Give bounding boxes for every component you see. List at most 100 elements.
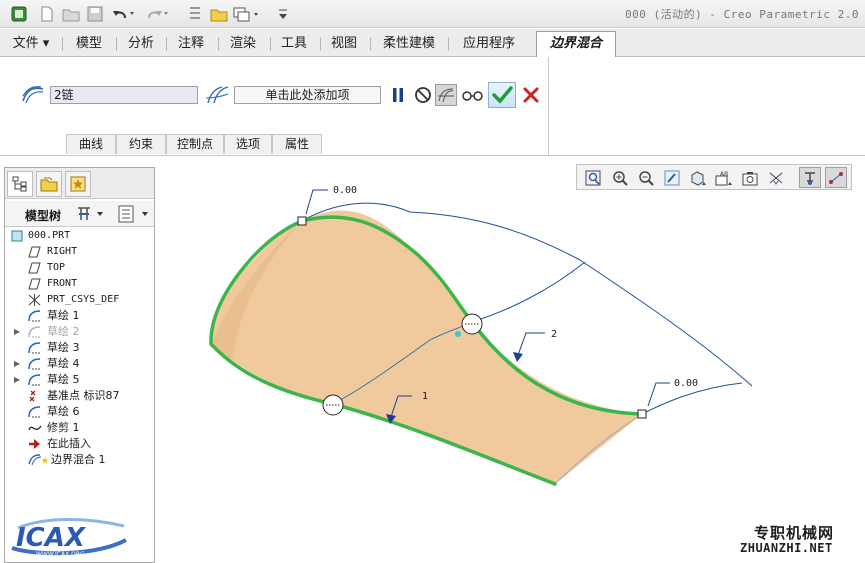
tab-analysis[interactable]: 分析 (120, 33, 162, 57)
datum-point-icon (28, 390, 41, 402)
no-preview-icon[interactable] (412, 84, 434, 106)
sketch-icon (28, 406, 41, 418)
first-direction-collector[interactable]: 2链 (50, 86, 198, 104)
chain-2-label: 2 (551, 329, 557, 340)
tab-control-points[interactable]: 控制点 (166, 134, 224, 154)
regenerate-icon[interactable] (184, 3, 206, 25)
accept-button[interactable] (488, 82, 516, 108)
tab-constraints[interactable]: 约束 (116, 134, 166, 154)
sketch-icon (28, 326, 41, 338)
show-menu-icon[interactable] (117, 204, 151, 224)
logo-text: ICAX (16, 523, 87, 553)
logo-url: WWW.ICAX.ORG (36, 551, 85, 558)
tree-item-sketch-1[interactable]: 草绘 1 (5, 308, 154, 324)
redo-icon[interactable] (144, 3, 170, 25)
ribbon-tabs: 文件 ▾ 模型 分析 注释 渲染 工具 视图 柔性建模 应用程序 边界混合 (0, 29, 865, 57)
folder-icon[interactable] (208, 3, 230, 25)
constraint-handle[interactable] (322, 394, 344, 416)
expand-arrow-icon[interactable]: ▶ (14, 324, 20, 340)
model-tree-header: 模型树 (5, 201, 154, 227)
tree-settings-icon[interactable] (75, 204, 105, 224)
tree-item-sketch-3[interactable]: 草绘 3 (5, 340, 154, 356)
tab-divider (116, 37, 117, 51)
model-tree-title: 模型树 (25, 209, 62, 223)
favorites-tab-icon[interactable] (65, 171, 91, 197)
tree-item-sketch-5[interactable]: ▶ 草绘 5 (5, 372, 154, 388)
part-icon (11, 230, 24, 242)
tab-render[interactable]: 渲染 (222, 33, 264, 57)
tree-item-label: 草绘 4 (47, 357, 80, 370)
tab-boundary-blend[interactable]: 边界混合 (536, 31, 616, 57)
app-icon[interactable] (8, 3, 30, 25)
verify-glasses-icon[interactable] (460, 84, 486, 106)
geometry-preview-icon[interactable] (435, 84, 457, 106)
tree-item-label: 草绘 5 (47, 373, 80, 386)
tab-applications[interactable]: 应用程序 (452, 33, 526, 57)
second-direction-collector[interactable]: 单击此处添加项 (234, 86, 381, 104)
tab-curves[interactable]: 曲线 (66, 134, 116, 154)
tab-flexible-modeling[interactable]: 柔性建模 (374, 33, 444, 57)
tab-properties[interactable]: 属性 (272, 134, 322, 154)
windows-icon[interactable] (232, 3, 262, 25)
tangency-handle[interactable] (637, 409, 647, 419)
tree-item-trim-1[interactable]: 修剪 1 (5, 420, 154, 436)
tangency-handle[interactable] (297, 216, 307, 226)
csys-icon (28, 294, 41, 306)
tree-item-datum-point[interactable]: 基准点 标识87 (5, 388, 154, 404)
tree-item-label: FRONT (47, 278, 78, 289)
tab-view[interactable]: 视图 (323, 33, 365, 57)
boundary-blend-dashboard: 2链 单击此处添加项 曲线 约束 控制点 选项 属性 (0, 57, 865, 156)
tree-item-front[interactable]: FRONT (5, 276, 154, 292)
sketch-icon (28, 358, 41, 370)
mid-section-curve (471, 261, 586, 323)
tab-model[interactable]: 模型 (68, 33, 110, 57)
tree-item-boundary-blend-1[interactable]: 边界混合 1 (5, 452, 154, 468)
tree-item-csys[interactable]: PRT_CSYS_DEF (5, 292, 154, 308)
folder-browser-tab-icon[interactable] (36, 171, 62, 197)
graphics-viewport[interactable]: 0.00 0.00 1 2 (160, 156, 865, 563)
tree-item-label: RIGHT (47, 246, 78, 257)
tree-item-sketch-4[interactable]: ▶ 草绘 4 (5, 356, 154, 372)
cancel-button[interactable] (520, 84, 542, 106)
tree-item-label: 边界混合 1 (51, 453, 106, 466)
tree-item-sketch-6[interactable]: 草绘 6 (5, 404, 154, 420)
tab-annotate[interactable]: 注释 (170, 33, 212, 57)
tree-item-label: PRT_CSYS_DEF (47, 294, 120, 305)
pause-button[interactable] (387, 84, 409, 106)
right-tangency-value[interactable]: 0.00 (674, 378, 698, 389)
save-icon[interactable] (84, 3, 106, 25)
trim-icon (28, 422, 42, 434)
second-direction-icon[interactable] (204, 84, 230, 106)
model-tree-tab-icon[interactable] (7, 171, 33, 197)
undo-icon[interactable] (110, 3, 136, 25)
tree-item-label: 在此插入 (47, 437, 91, 450)
new-file-icon[interactable] (36, 3, 58, 25)
tree-item-sketch-2[interactable]: ▶ 草绘 2 (5, 324, 154, 340)
tree-item-part[interactable]: 000.PRT (5, 228, 154, 244)
tree-item-insert-here[interactable]: 在此插入 (5, 436, 154, 452)
tab-tools[interactable]: 工具 (273, 33, 315, 57)
tree-item-label: 草绘 1 (47, 309, 80, 322)
first-direction-icon[interactable] (20, 84, 46, 106)
expand-arrow-icon[interactable]: ▶ (14, 372, 20, 388)
tab-options[interactable]: 选项 (224, 134, 272, 154)
constraint-handle[interactable] (461, 313, 483, 335)
customize-toolbar-icon[interactable] (274, 3, 292, 25)
open-folder-icon[interactable] (60, 3, 82, 25)
navigator-panel: 模型树 000.PRT RIGHT TOP FRONT PRT_CSYS_DEF (4, 167, 155, 563)
top-tangency-value[interactable]: 0.00 (333, 185, 357, 196)
tab-divider (218, 37, 219, 51)
tab-divider (62, 37, 63, 51)
expand-arrow-icon[interactable]: ▶ (14, 356, 20, 372)
quick-access-toolbar: 000 (活动的) - Creo Parametric 2.0 (0, 0, 865, 28)
tab-file[interactable]: 文件 ▾ (6, 33, 56, 57)
datum-plane-icon (28, 246, 41, 258)
tree-item-label: TOP (47, 262, 66, 273)
tree-item-top[interactable]: TOP (5, 260, 154, 276)
window-title: 000 (活动的) - Creo Parametric 2.0 (625, 8, 859, 21)
datum-plane-icon (28, 262, 41, 274)
tree-item-right[interactable]: RIGHT (5, 244, 154, 260)
tree-item-label: 草绘 6 (47, 405, 80, 418)
site-name-en: ZHUANZHI.NET (740, 541, 833, 555)
tree-item-label: 草绘 3 (47, 341, 80, 354)
